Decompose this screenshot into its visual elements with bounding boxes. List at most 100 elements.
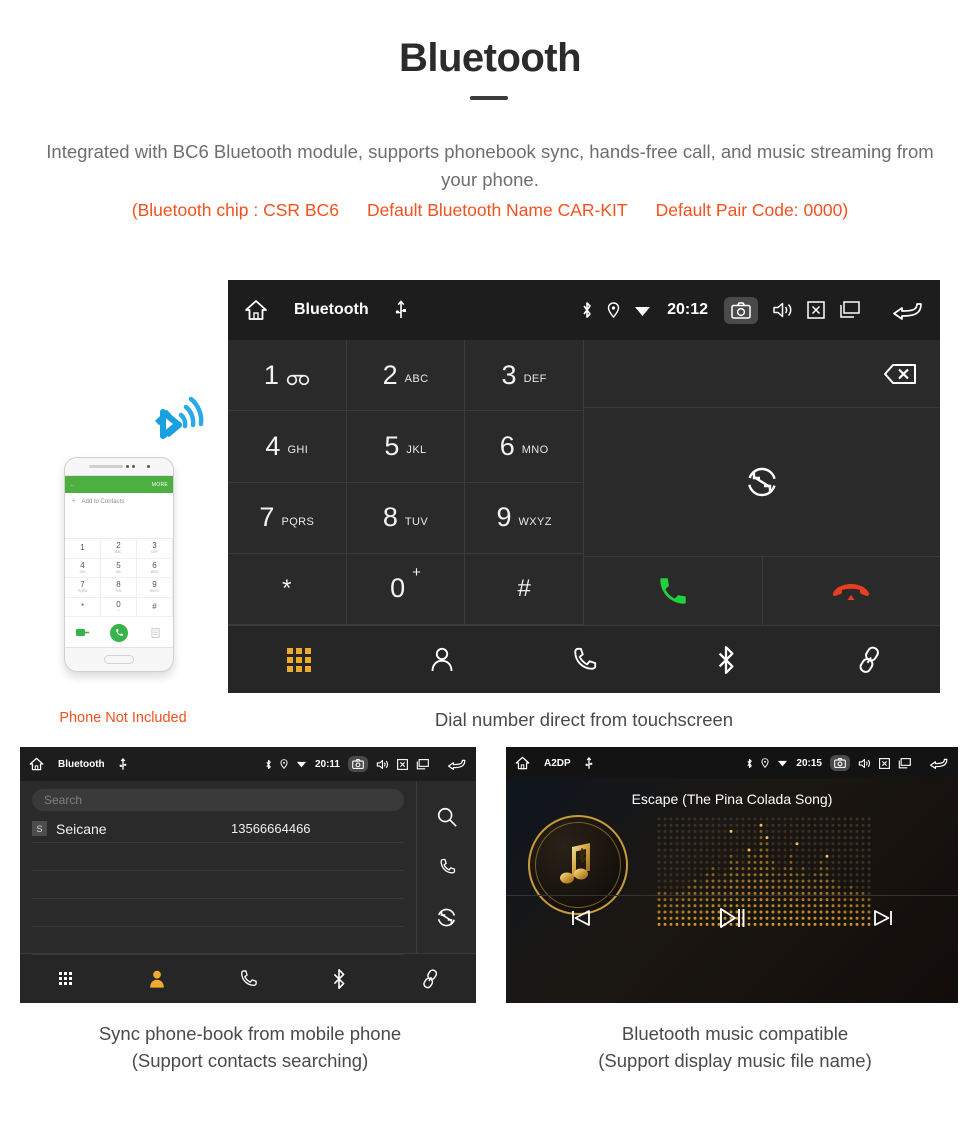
back-icon[interactable] [892, 300, 924, 320]
search-icon[interactable] [436, 806, 458, 828]
key-digit: 6 [499, 430, 515, 461]
key-hash[interactable]: # [465, 553, 584, 625]
key-2[interactable]: 2 ABC [346, 340, 466, 412]
nav-item-call-log[interactable] [513, 645, 655, 675]
phone-sensor [131, 465, 135, 468]
contact-person-icon [427, 645, 457, 675]
phone-handset-icon [569, 645, 599, 675]
nav-item-contacts[interactable] [370, 645, 512, 675]
back-icon[interactable] [447, 758, 467, 770]
skip-next-button[interactable] [807, 908, 958, 928]
clock: 20:11 [314, 758, 340, 770]
home-icon[interactable] [244, 299, 268, 321]
phone-handset-icon[interactable] [437, 857, 457, 877]
sync-button[interactable] [584, 408, 940, 557]
key-digit: 9 [496, 502, 512, 533]
backspace-icon[interactable] [870, 360, 918, 388]
phonebook-caption: Sync phone-book from mobile phone (Suppo… [10, 1020, 490, 1074]
phone-key: 2 ABC [101, 539, 137, 559]
phone-add-contact-row: + Add to Contacts [65, 493, 173, 511]
key-letters: JKL [406, 444, 427, 457]
call-icon [660, 578, 686, 604]
key-3[interactable]: 3 DEF [465, 340, 584, 412]
key-digit: 4 [265, 430, 281, 461]
nav-item-bluetooth[interactable] [655, 644, 797, 676]
volume-icon[interactable] [772, 301, 793, 319]
bluetooth-music-screenshot: A2DP 20:15 Escape (The Pina Colada Song) [506, 747, 958, 1003]
recent-apps-icon[interactable] [898, 757, 911, 769]
wifi-icon [296, 760, 307, 768]
phone-appbar: ← MORE [65, 476, 173, 493]
key-digit: 1 [263, 359, 279, 390]
sync-icon[interactable] [436, 907, 457, 928]
phone-key: 5 JKL [101, 558, 137, 578]
skip-previous-button[interactable] [506, 908, 657, 928]
recent-apps-icon[interactable] [416, 758, 429, 770]
close-box-icon[interactable] [397, 758, 408, 770]
key-6[interactable]: 6 MNO [465, 411, 584, 483]
volume-icon[interactable] [376, 759, 389, 770]
nav-item-pair-link[interactable] [385, 964, 476, 994]
phone-mockup: ← MORE + Add to Contacts 1 2 ABC 3 DEF 4 GHI 5 J… [28, 395, 214, 726]
phone-home-button [65, 648, 173, 670]
phone-earpiece [65, 458, 173, 475]
key-letters: MNO [521, 444, 549, 457]
phone-key: 7 PQRS [65, 578, 101, 598]
nav-item-keypad[interactable] [228, 647, 370, 672]
intro-paragraph: Integrated with BC6 Bluetooth module, su… [46, 141, 934, 190]
volume-icon[interactable] [858, 758, 871, 769]
key-star[interactable]: * [228, 553, 347, 625]
phone-number-field [65, 511, 173, 539]
voicemail-icon [286, 374, 309, 386]
contact-row[interactable]: S Seicane 13566664466 [32, 815, 404, 843]
number-display[interactable] [584, 340, 940, 408]
search-input[interactable]: Search [32, 789, 404, 811]
bluetooth-icon [713, 644, 739, 676]
home-icon[interactable] [515, 756, 530, 770]
nav-item-contacts[interactable] [111, 964, 202, 994]
camera-icon[interactable] [724, 296, 758, 324]
key-5[interactable]: 5 JKL [346, 411, 466, 483]
location-icon [280, 759, 288, 769]
close-box-icon[interactable] [879, 757, 890, 769]
page-title: Bluetooth [398, 36, 582, 80]
phonebook-side-actions [416, 781, 476, 953]
contact-list: Search S Seicane 13566664466 [20, 781, 416, 955]
call-button[interactable] [584, 557, 763, 625]
music-stage [506, 807, 958, 939]
plus-icon: + [72, 499, 76, 505]
contact-row-empty [32, 927, 404, 955]
key-letters: PQRS [281, 515, 315, 528]
wifi-icon [777, 759, 788, 767]
phone-call-button [101, 623, 137, 642]
keypad-grid-icon [287, 647, 312, 672]
status-bar: A2DP 20:15 [506, 747, 958, 779]
nav-item-bluetooth[interactable] [294, 963, 385, 995]
key-9[interactable]: 9 WXYZ [465, 482, 584, 554]
key-letters: DEF [523, 373, 547, 386]
wifi-icon [634, 304, 651, 317]
phonebook-body: Search S Seicane 13566664466 [20, 781, 476, 955]
hangup-icon [833, 584, 870, 600]
phone-screen: ← MORE + Add to Contacts 1 2 ABC 3 DEF 4 GHI 5 J… [65, 475, 173, 648]
hangup-button[interactable] [763, 557, 941, 625]
back-icon[interactable] [929, 757, 949, 769]
phone-speaker-grill [88, 465, 123, 468]
phone-action-row [65, 617, 173, 648]
nav-item-keypad[interactable] [20, 972, 111, 985]
key-7[interactable]: 7 PQRS [228, 482, 347, 554]
play-pause-button[interactable] [657, 907, 808, 929]
home-icon[interactable] [29, 757, 44, 771]
key-4[interactable]: 4 GHI [228, 411, 347, 483]
nav-item-call-log[interactable] [202, 964, 293, 994]
recent-apps-icon[interactable] [839, 301, 860, 319]
camera-icon[interactable] [348, 756, 368, 772]
caption-line-1: Sync phone-book from mobile phone [98, 1023, 402, 1044]
key-1[interactable]: 1 [228, 340, 347, 412]
phone-sim-icon [65, 628, 101, 637]
nav-item-pair-link[interactable] [798, 645, 940, 675]
key-8[interactable]: 8 TUV [346, 482, 466, 554]
close-box-icon[interactable] [807, 301, 825, 319]
key-0[interactable]: 0 + [346, 553, 466, 625]
camera-icon[interactable] [830, 755, 850, 771]
